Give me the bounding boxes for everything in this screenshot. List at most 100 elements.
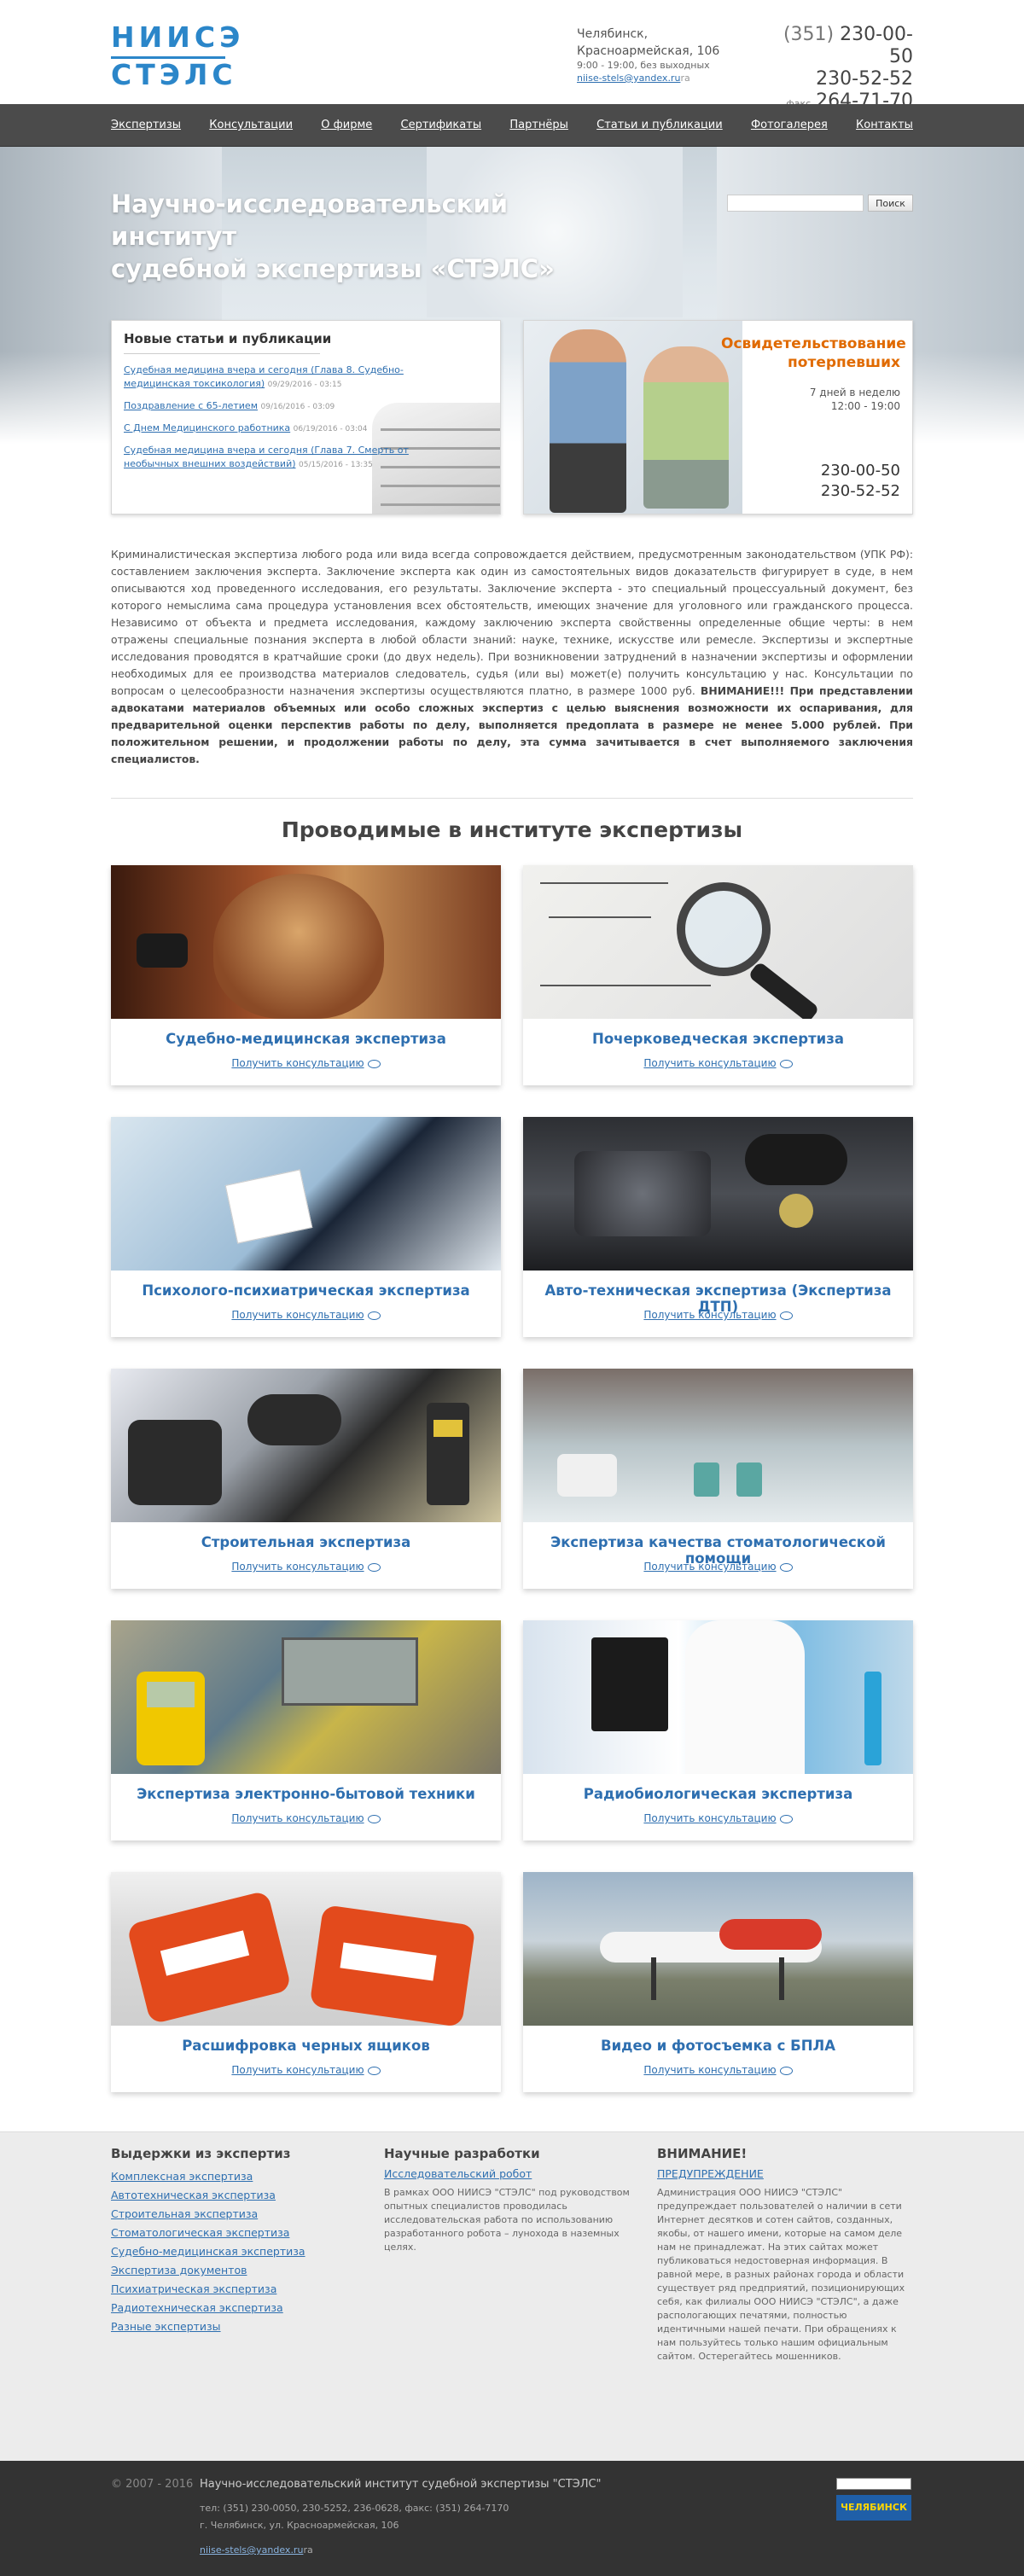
doctor-patient-photo bbox=[524, 321, 742, 514]
card-title: Радиобиологическая экспертиза bbox=[583, 1786, 853, 1802]
excerpt-link[interactable]: Экспертиза документов bbox=[111, 2264, 247, 2277]
nav-item-partners[interactable]: Партнёры bbox=[509, 104, 568, 147]
logo[interactable]: НИИСЭ СТЭЛС bbox=[111, 20, 245, 90]
card-image bbox=[111, 1872, 501, 2026]
consult-link[interactable]: Получить консультацию bbox=[231, 2064, 364, 2076]
consult-link[interactable]: Получить консультацию bbox=[643, 1561, 776, 1573]
witness-title: Освидетельствование потерпевших bbox=[721, 335, 906, 371]
visit-counter[interactable] bbox=[836, 2478, 911, 2490]
expertise-card[interactable]: Радиобиологическая экспертиза Получить к… bbox=[523, 1620, 913, 1840]
chat-bubble-icon bbox=[367, 1562, 381, 1572]
nav-item-articles[interactable]: Статьи и публикации bbox=[596, 104, 723, 147]
news-link[interactable]: Судебная медицина вчера и сегодня (Глава… bbox=[124, 364, 404, 389]
expertise-card[interactable]: Судебно-медицинская экспертиза Получить … bbox=[111, 865, 501, 1085]
witness-hours: 7 дней в неделю 12:00 - 19:00 bbox=[809, 387, 900, 412]
expertise-card[interactable]: Строительная экспертиза Получить консуль… bbox=[111, 1369, 501, 1589]
chat-bubble-icon bbox=[779, 2066, 793, 2075]
search-button[interactable]: Поиск bbox=[868, 195, 913, 212]
excerpt-link[interactable]: Строительная экспертиза bbox=[111, 2207, 258, 2220]
consult-link[interactable]: Получить консультацию bbox=[231, 1812, 364, 1824]
footer-info: тел: (351) 230-0050, 230-5252, 236-0628,… bbox=[200, 2503, 509, 2531]
news-item: Судебная медицина вчера и сегодня (Глава… bbox=[124, 444, 448, 472]
card-title: Строительная экспертиза bbox=[201, 1534, 411, 1550]
city: Челябинск, bbox=[577, 27, 649, 41]
card-image bbox=[111, 865, 501, 1019]
nav-item-consultations[interactable]: Консультации bbox=[209, 104, 293, 147]
card-title: Расшифровка черных ящиков bbox=[182, 2038, 430, 2054]
phone-2: 230-52-52 bbox=[816, 68, 913, 90]
expertise-card[interactable]: Авто-техническая экспертиза (Экспертиза … bbox=[523, 1117, 913, 1337]
card-image bbox=[523, 1117, 913, 1271]
expertise-card[interactable]: Почерковедческая экспертиза Получить кон… bbox=[523, 865, 913, 1085]
col1-heading: Выдержки из экспертиз bbox=[111, 2146, 291, 2161]
excerpt-link[interactable]: Разные экспертизы bbox=[111, 2320, 221, 2333]
consult-link[interactable]: Получить консультацию bbox=[643, 1309, 776, 1321]
nav-item-expertizy[interactable]: Экспертизы bbox=[111, 104, 181, 147]
news-item: Судебная медицина вчера и сегодня (Глава… bbox=[124, 363, 448, 392]
expertise-card[interactable]: Экспертиза качества стоматологической по… bbox=[523, 1369, 913, 1589]
warning-link[interactable]: ПРЕДУПРЕЖДЕНИЕ bbox=[657, 2167, 764, 2180]
card-image bbox=[523, 1620, 913, 1774]
card-image bbox=[111, 1117, 501, 1271]
logo-divider bbox=[111, 56, 225, 59]
intro-text: Криминалистическая экспертиза любого род… bbox=[111, 548, 913, 765]
footer-email-link[interactable]: niise-stels@yandex.ru bbox=[200, 2544, 303, 2556]
hero-title: Научно-исследовательский институт судебн… bbox=[111, 189, 555, 283]
card-title: Психолого-психиатрическая экспертиза bbox=[142, 1282, 470, 1299]
consult-link[interactable]: Получить консультацию bbox=[231, 1561, 364, 1573]
consult-link[interactable]: Получить консультацию bbox=[643, 1812, 776, 1824]
logo-line1: НИИСЭ bbox=[111, 20, 245, 54]
excerpt-link[interactable]: Судебно-медицинская экспертиза bbox=[111, 2245, 305, 2258]
news-link[interactable]: С Днем Медицинского работника bbox=[124, 422, 290, 433]
research-column: Научные разработки Исследовательский роб… bbox=[384, 2147, 631, 2254]
excerpts-column: Выдержки из экспертиз Комплексная экспер… bbox=[111, 2147, 358, 2336]
consult-link[interactable]: Получить консультацию bbox=[231, 1309, 364, 1321]
witness-phones: 230-00-50 230-52-52 bbox=[820, 462, 900, 500]
chat-bubble-icon bbox=[779, 1059, 793, 1068]
consult-link[interactable]: Получить консультацию bbox=[643, 2064, 776, 2076]
section-title: Проводимые в институте экспертизы bbox=[281, 817, 743, 842]
robot-link[interactable]: Исследовательский робот bbox=[384, 2167, 532, 2180]
excerpt-link[interactable]: Автотехническая экспертиза bbox=[111, 2189, 276, 2201]
card-image bbox=[523, 865, 913, 1019]
news-date: 09/16/2016 - 03:09 bbox=[260, 403, 335, 411]
excerpt-link[interactable]: Комплексная экспертиза bbox=[111, 2170, 253, 2183]
nav-item-gallery[interactable]: Фотогалерея bbox=[751, 104, 828, 147]
expertise-card[interactable]: Психолого-психиатрическая экспертиза Пол… bbox=[111, 1117, 501, 1337]
warning-column: ВНИМАНИЕ! ПРЕДУПРЕЖДЕНИЕ Администрация О… bbox=[657, 2147, 913, 2364]
chelyabinsk-badge[interactable]: ЧЕЛЯБИНСК bbox=[836, 2495, 911, 2521]
nav-item-certificates[interactable]: Сертификаты bbox=[401, 104, 482, 147]
card-title: Экспертиза электронно-бытовой техники bbox=[137, 1786, 475, 1802]
excerpt-link[interactable]: Стоматологическая экспертиза bbox=[111, 2226, 289, 2239]
nav-item-about[interactable]: О фирме bbox=[321, 104, 372, 147]
expertise-card[interactable]: Видео и фотосъемка с БПЛА Получить консу… bbox=[523, 1872, 913, 2092]
chat-bubble-icon bbox=[367, 1814, 381, 1823]
card-title: Видео и фотосъемка с БПЛА bbox=[601, 2038, 835, 2054]
site-header: НИИСЭ СТЭЛС Челябинск, Красноармейская, … bbox=[0, 0, 1024, 112]
site-footer: © 2007 - 2016 Научно-исследовательский и… bbox=[0, 2461, 1024, 2576]
excerpt-link[interactable]: Психиатрическая экспертиза bbox=[111, 2282, 276, 2295]
news-item: С Днем Медицинского работника 06/19/2016… bbox=[124, 422, 448, 436]
chat-bubble-icon bbox=[779, 1562, 793, 1572]
expertise-card[interactable]: Расшифровка черных ящиков Получить консу… bbox=[111, 1872, 501, 2092]
news-date: 06/19/2016 - 03:04 bbox=[293, 425, 368, 433]
search-input[interactable] bbox=[727, 195, 864, 212]
nav-item-contacts[interactable]: Контакты bbox=[856, 104, 913, 147]
search-form: Поиск bbox=[727, 195, 913, 213]
news-date: 09/29/2016 - 03:15 bbox=[267, 381, 342, 389]
news-heading: Новые статьи и публикации bbox=[124, 331, 332, 346]
header-email-link[interactable]: niise-stels@yandex.ru bbox=[577, 73, 680, 84]
consult-link[interactable]: Получить консультацию bbox=[643, 1057, 776, 1069]
news-link[interactable]: Поздравление с 65-летием bbox=[124, 400, 258, 411]
divider bbox=[111, 798, 913, 799]
card-title: Почерковедческая экспертиза bbox=[592, 1031, 844, 1047]
news-box: Новые статьи и публикации Судебная медиц… bbox=[111, 320, 501, 515]
excerpt-link[interactable]: Радиотехническая экспертиза bbox=[111, 2301, 283, 2314]
hours: 9:00 - 19:00, без выходных bbox=[577, 60, 710, 71]
expertise-card[interactable]: Экспертиза электронно-бытовой техники По… bbox=[111, 1620, 501, 1840]
witness-banner[interactable]: Освидетельствование потерпевших 7 дней в… bbox=[523, 320, 913, 515]
street: Красноармейская, 106 bbox=[577, 44, 720, 58]
header-phones: (351) 230-00-50 230-52-52 факс264-71-70 bbox=[768, 24, 913, 115]
phone-code: (351) bbox=[783, 24, 835, 45]
consult-link[interactable]: Получить консультацию bbox=[231, 1057, 364, 1069]
